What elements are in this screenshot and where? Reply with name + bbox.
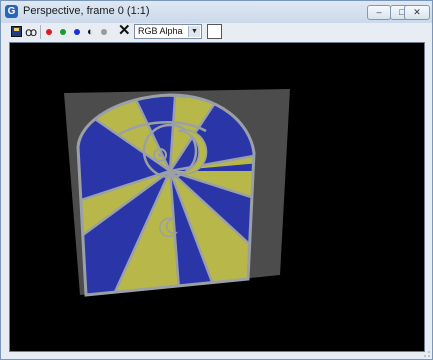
clone-window-icon[interactable]: ꝏ (25, 24, 37, 40)
blue-channel-toggle[interactable] (71, 26, 83, 38)
toolbar: ꝏ ◐ ✕ RGB Alpha ▼ (1, 22, 432, 41)
app-icon: G (5, 5, 18, 18)
channel-dropdown[interactable]: RGB Alpha ▼ (134, 24, 202, 39)
resize-grip-icon[interactable] (422, 349, 430, 357)
channel-dropdown-value: RGB Alpha (138, 26, 183, 36)
close-button[interactable]: ✕ (404, 5, 430, 20)
render-viewport[interactable] (10, 43, 424, 351)
rendered-stained-glass-window (64, 89, 290, 297)
clear-icon[interactable]: ✕ (118, 22, 131, 39)
blue-channel-icon (74, 29, 80, 35)
background-color-swatch[interactable] (207, 24, 222, 39)
monochrome-toggle-icon[interactable]: ◐ (87, 24, 94, 40)
green-channel-icon (60, 29, 66, 35)
minimize-button[interactable]: – (367, 5, 391, 20)
chevron-down-icon: ▼ (188, 26, 200, 37)
green-channel-toggle[interactable] (57, 26, 69, 38)
toolbar-separator (40, 25, 41, 39)
alpha-channel-icon[interactable] (101, 29, 107, 35)
window-title: Perspective, frame 0 (1:1) (23, 5, 150, 17)
render-window: G Perspective, frame 0 (1:1) – □ ✕ ꝏ ◐ ✕… (0, 0, 433, 360)
title-bar[interactable]: G Perspective, frame 0 (1:1) – □ ✕ (1, 1, 432, 23)
red-channel-toggle[interactable] (43, 26, 55, 38)
save-image-icon[interactable] (11, 26, 22, 37)
red-channel-icon (46, 29, 52, 35)
